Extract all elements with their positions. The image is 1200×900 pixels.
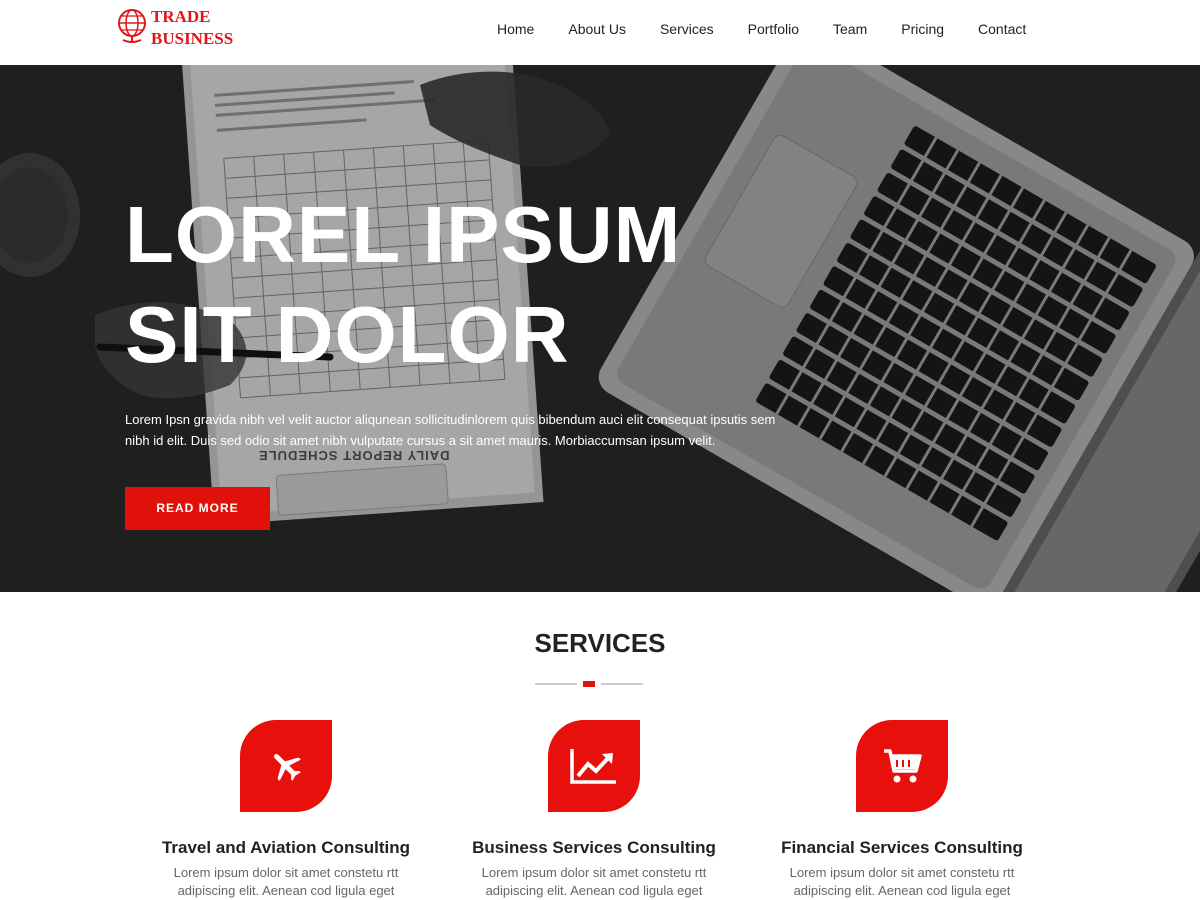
service-description: Lorem ipsum dolor sit amet constetu rtt …: [752, 864, 1052, 900]
nav-about-us[interactable]: About Us: [551, 20, 643, 38]
hero-title: LOREL IPSUM SIT DOLOR: [125, 185, 681, 385]
service-desc-line-1: Lorem ipsum dolor sit amet constetu rtt: [173, 865, 399, 880]
main-nav: Home About Us Services Portfolio Team Pr…: [480, 20, 1043, 38]
service-title: Business Services Consulting: [472, 838, 716, 857]
hero-title-line-2: SIT DOLOR: [125, 290, 570, 379]
nav-home[interactable]: Home: [480, 20, 551, 38]
nav-contact[interactable]: Contact: [961, 20, 1043, 38]
chart-line-icon: [570, 749, 616, 784]
divider-line-right: [601, 683, 643, 685]
site-header: TRADE BUSINESS Home About Us Services Po…: [0, 0, 1200, 65]
service-icon-box: [856, 720, 948, 812]
nav-pricing[interactable]: Pricing: [884, 20, 961, 38]
nav-team[interactable]: Team: [816, 20, 884, 38]
service-card-financial[interactable]: Financial Services Consulting Lorem ipsu…: [752, 720, 1052, 900]
service-card-travel[interactable]: Travel and Aviation Consulting Lorem ips…: [136, 720, 436, 900]
hero-title-line-1: LOREL IPSUM: [125, 190, 682, 279]
service-desc-line-1: Lorem ipsum dolor sit amet constetu rtt: [481, 865, 707, 880]
service-icon-box: [240, 720, 332, 812]
read-more-button[interactable]: READ MORE: [125, 487, 270, 530]
logo-line-1: TRADE: [151, 7, 211, 26]
globe-icon: [115, 6, 149, 48]
service-desc-line-2: adipiscing elit. Aenean cod ligula eget: [177, 883, 395, 898]
nav-portfolio[interactable]: Portfolio: [731, 20, 816, 38]
airplane-icon: [274, 754, 301, 781]
cart-icon: [884, 749, 922, 783]
section-divider: [535, 681, 643, 687]
service-card-business[interactable]: Business Services Consulting Lorem ipsum…: [444, 720, 744, 900]
service-description: Lorem ipsum dolor sit amet constetu rtt …: [444, 864, 744, 900]
logo-text: TRADE BUSINESS: [151, 6, 233, 50]
hero-description: Lorem Ipsn gravida nibh vel velit auctor…: [125, 412, 776, 448]
service-title: Financial Services Consulting: [781, 838, 1023, 857]
service-desc-line-2: adipiscing elit. Aenean cod ligula eget: [485, 883, 703, 898]
logo[interactable]: TRADE BUSINESS: [115, 6, 233, 50]
divider-accent: [583, 681, 595, 687]
logo-line-2: BUSINESS: [151, 29, 234, 48]
document-photo-text: DAILY REPORT SCHEDULE: [258, 448, 450, 463]
service-title: Travel and Aviation Consulting: [161, 838, 411, 857]
divider-line-left: [535, 683, 577, 685]
service-desc-line-1: Lorem ipsum dolor sit amet constetu rtt: [789, 865, 1015, 880]
hero-banner: LOREL IPSUM SIT DOLOR Lorem Ipsn gravida…: [0, 65, 1200, 592]
nav-services[interactable]: Services: [643, 20, 731, 38]
service-desc-line-2: adipiscing elit. Aenean cod ligula eget: [793, 883, 1011, 898]
services-heading: SERVICES: [534, 628, 666, 658]
service-description: Lorem ipsum dolor sit amet constetu rtt …: [136, 864, 436, 900]
service-icon-box: [548, 720, 640, 812]
